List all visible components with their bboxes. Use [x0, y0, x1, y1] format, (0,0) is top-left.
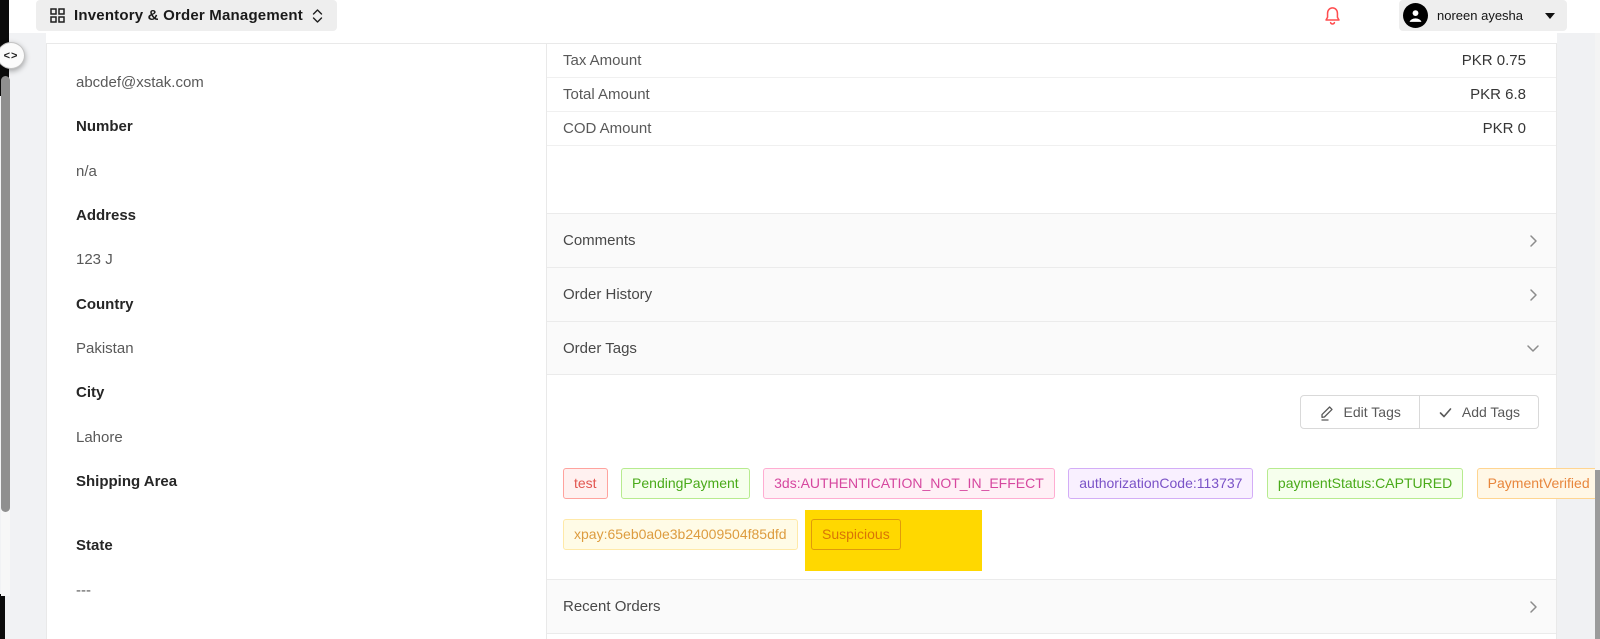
chevron-down-icon: [1525, 340, 1541, 356]
order-tag: xpay:65eb0a0e3b24009504f85dfd: [563, 519, 798, 550]
order-tag: paymentStatus:CAPTURED: [1267, 468, 1463, 499]
user-menu[interactable]: noreen ayesha: [1399, 0, 1567, 31]
field-value-state: ---: [76, 582, 91, 600]
app-title: Inventory & Order Management: [74, 7, 303, 24]
field-value-number: n/a: [76, 163, 97, 181]
left-scrollbar-track: [1, 508, 10, 596]
order-tag-suspicious: Suspicious: [811, 519, 901, 550]
amount-value: PKR 0: [1483, 120, 1526, 137]
chevron-down-icon: [1545, 13, 1555, 19]
chevron-right-icon: [1525, 599, 1541, 615]
order-tag: test: [563, 468, 608, 499]
order-tag: PendingPayment: [621, 468, 750, 499]
order-tags-content: Edit Tags Add Tags test PendingPayment 3…: [547, 375, 1556, 580]
amount-row-cod: COD Amount PKR 0: [547, 112, 1556, 146]
section-comments[interactable]: Comments: [547, 214, 1556, 268]
section-label: Recent Orders: [563, 598, 661, 615]
field-value-country: Pakistan: [76, 340, 134, 358]
section-order-tags[interactable]: Order Tags: [547, 322, 1556, 375]
content-gutter-right: [1557, 33, 1595, 639]
order-tags-row-2: xpay:65eb0a0e3b24009504f85dfd Suspicious: [563, 519, 910, 550]
field-label-number: Number: [76, 118, 133, 136]
notification-bell-button[interactable]: [1320, 3, 1344, 29]
amount-value: PKR 6.8: [1470, 86, 1526, 103]
section-recent-orders[interactable]: Recent Orders: [547, 580, 1556, 634]
edit-tags-label: Edit Tags: [1344, 404, 1401, 420]
content-gutter-left: [10, 33, 46, 639]
field-label-shipping-area: Shipping Area: [76, 473, 177, 491]
chevron-right-icon: [1525, 233, 1541, 249]
order-tag: authorizationCode:113737: [1068, 468, 1253, 499]
customer-info-panel: abcdef@xstak.com Number n/a Address 123 …: [47, 44, 547, 639]
top-bar: Inventory & Order Management noreen ayes…: [0, 0, 1600, 33]
field-value-city: Lahore: [76, 429, 123, 447]
field-value-address: 123 J: [76, 251, 113, 269]
check-icon: [1438, 405, 1453, 420]
field-label-city: City: [76, 384, 104, 402]
bell-icon: [1323, 5, 1342, 27]
edit-tags-button[interactable]: Edit Tags: [1300, 395, 1420, 429]
user-name: noreen ayesha: [1437, 8, 1523, 23]
field-label-address: Address: [76, 207, 136, 225]
grid-icon: [50, 8, 65, 23]
selector-updown-icon: [312, 8, 323, 24]
section-label: Comments: [563, 232, 636, 249]
amount-row-tax: Tax Amount PKR 0.75: [547, 44, 1556, 78]
field-label-state: State: [76, 537, 113, 555]
tag-actions: Edit Tags Add Tags: [1300, 395, 1539, 429]
amount-row-total: Total Amount PKR 6.8: [547, 78, 1556, 112]
section-label: Order Tags: [563, 340, 637, 357]
collapsed-sidebar-bottom: [0, 594, 5, 639]
order-summary-panel: Tax Amount PKR 0.75 Total Amount PKR 6.8…: [547, 44, 1556, 639]
customer-email-value: abcdef@xstak.com: [76, 74, 204, 92]
amount-label: Tax Amount: [563, 52, 641, 69]
order-collapse-list: Comments Order History Order Tags: [547, 213, 1556, 634]
amount-value: PKR 0.75: [1462, 52, 1526, 69]
page-scrollbar-thumb[interactable]: [1595, 470, 1600, 639]
add-tags-label: Add Tags: [1462, 404, 1520, 420]
app-switcher[interactable]: Inventory & Order Management: [36, 0, 337, 31]
amount-label: COD Amount: [563, 120, 651, 137]
order-tag: PaymentVerified: [1477, 468, 1600, 499]
amount-label: Total Amount: [563, 86, 650, 103]
code-brackets-icon: <>: [4, 50, 19, 62]
order-detail-panel: abcdef@xstak.com Number n/a Address 123 …: [46, 43, 1557, 639]
order-tag: 3ds:AUTHENTICATION_NOT_IN_EFFECT: [763, 468, 1055, 499]
section-label: Order History: [563, 286, 652, 303]
left-scrollbar-thumb[interactable]: [1, 76, 10, 512]
chevron-right-icon: [1525, 287, 1541, 303]
avatar: [1403, 3, 1428, 28]
order-tags-row-1: test PendingPayment 3ds:AUTHENTICATION_N…: [563, 468, 1600, 499]
edit-pencil-icon: [1319, 404, 1335, 421]
section-order-history[interactable]: Order History: [547, 268, 1556, 322]
add-tags-button[interactable]: Add Tags: [1420, 395, 1539, 429]
field-label-country: Country: [76, 296, 134, 314]
